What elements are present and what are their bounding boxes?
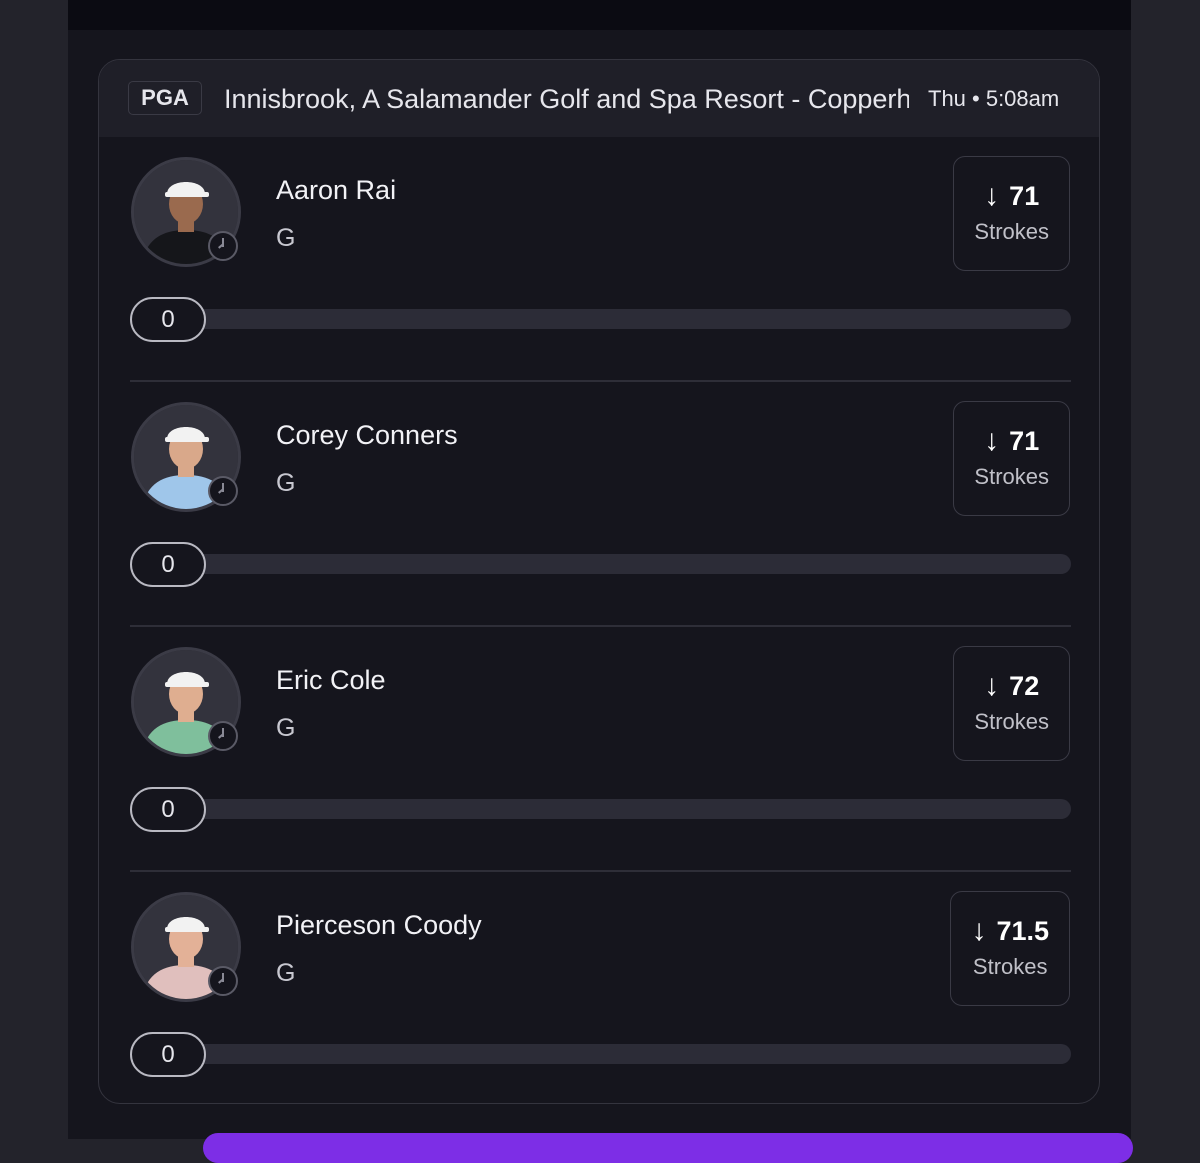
clock-icon [208, 476, 238, 506]
line-value: 71 [1009, 181, 1040, 211]
stat-label: Strokes [974, 219, 1049, 244]
submit-button[interactable] [203, 1133, 1133, 1163]
line-value: 71.5 [996, 916, 1049, 946]
line-button[interactable]: ↓ 71 Strokes [953, 401, 1070, 516]
player-position: G [276, 714, 296, 742]
event-header: PGA Innisbrook, A Salamander Golf and Sp… [99, 60, 1099, 137]
line-value-wrap: ↓ 71 [974, 179, 1049, 213]
line-value: 72 [1009, 671, 1040, 701]
headshot-cap-brim [165, 437, 209, 442]
event-time: Thu • 5:08am [928, 86, 1060, 111]
line-button[interactable]: ↓ 72 Strokes [953, 646, 1070, 761]
stat-label: Strokes [974, 464, 1049, 489]
headshot-cap-brim [165, 192, 209, 197]
player-position: G [276, 224, 296, 252]
player-name[interactable]: Pierceson Coody [276, 907, 482, 943]
player-position: G [276, 959, 296, 987]
player-row: Pierceson Coody G ↓ 71.5 Strokes 0 [99, 872, 1099, 1103]
clock-icon [208, 966, 238, 996]
pick-count-pill[interactable]: 0 [130, 1032, 206, 1077]
line-value-wrap: ↓ 72 [974, 669, 1049, 703]
event-name: Innisbrook, A Salamander Golf and Spa Re… [224, 84, 909, 114]
player-name[interactable]: Corey Conners [276, 417, 458, 453]
line-value-wrap: ↓ 71 [974, 424, 1049, 458]
clock-icon [208, 231, 238, 261]
player-row: Aaron Rai G ↓ 71 Strokes 0 [99, 137, 1099, 382]
pick-slider-track[interactable] [131, 799, 1071, 819]
line-button[interactable]: ↓ 71.5 Strokes [950, 891, 1070, 1006]
line-value-wrap: ↓ 71.5 [971, 914, 1049, 948]
player-name[interactable]: Eric Cole [276, 662, 386, 698]
pick-count-pill[interactable]: 0 [130, 787, 206, 832]
pick-count-pill[interactable]: 0 [130, 542, 206, 587]
clock-icon [208, 721, 238, 751]
player-row: Corey Conners G ↓ 71 Strokes 0 [99, 382, 1099, 627]
stat-label: Strokes [974, 709, 1049, 734]
pick-slider-track[interactable] [131, 1044, 1071, 1064]
headshot-cap-brim [165, 682, 209, 687]
player-position: G [276, 469, 296, 497]
pick-card: PGA Innisbrook, A Salamander Golf and Sp… [98, 59, 1100, 1104]
league-badge: PGA [128, 81, 202, 115]
arrow-down-icon: ↓ [984, 424, 1000, 457]
stat-label: Strokes [972, 954, 1048, 979]
line-button[interactable]: ↓ 71 Strokes [953, 156, 1070, 271]
player-row: Eric Cole G ↓ 72 Strokes 0 [99, 627, 1099, 872]
arrow-down-icon: ↓ [984, 669, 1000, 702]
line-value: 71 [1009, 426, 1040, 456]
headshot-cap-brim [165, 927, 209, 932]
player-name[interactable]: Aaron Rai [276, 172, 396, 208]
pick-slider-track[interactable] [131, 554, 1071, 574]
pick-count-pill[interactable]: 0 [130, 297, 206, 342]
arrow-down-icon: ↓ [984, 179, 1000, 212]
main-panel: PGA Innisbrook, A Salamander Golf and Sp… [68, 0, 1133, 1163]
arrow-down-icon: ↓ [971, 914, 987, 947]
pick-slider-track[interactable] [131, 309, 1071, 329]
top-bar [68, 0, 1131, 30]
